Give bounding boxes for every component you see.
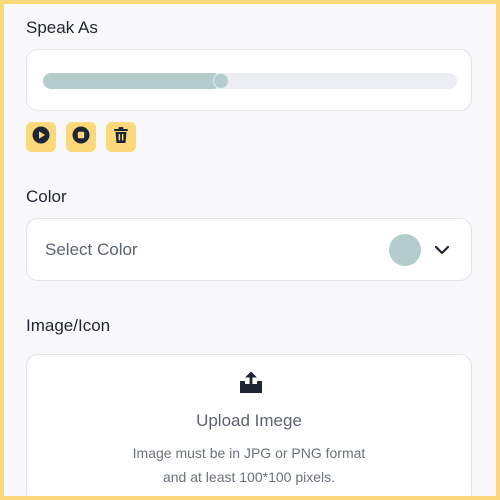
audio-progress-fill — [43, 73, 222, 89]
form-panel: Speak As Color Select Color Image/Icon U… — [4, 4, 496, 496]
trash-icon — [111, 125, 131, 150]
color-swatch — [389, 234, 421, 266]
play-icon — [31, 125, 51, 150]
upload-hint-line-2: and at least 100*100 pixels. — [162, 469, 335, 485]
audio-progress-thumb[interactable] — [213, 73, 230, 89]
speak-as-label: Speak As — [26, 18, 98, 37]
color-label: Color — [26, 187, 67, 206]
stop-button[interactable] — [66, 122, 96, 152]
color-select-placeholder: Select Color — [45, 240, 138, 259]
image-icon-label: Image/Icon — [26, 316, 111, 335]
audio-progress-slider[interactable] — [43, 73, 457, 89]
upload-hint-line-1: Image must be in JPG or PNG format — [132, 445, 366, 461]
stop-icon — [71, 125, 91, 150]
upload-icon — [236, 368, 266, 398]
play-button[interactable] — [26, 122, 56, 152]
image-upload-dropzone[interactable]: Upload Imege Image must be in JPG or PNG… — [26, 354, 472, 496]
delete-button[interactable] — [106, 122, 136, 152]
color-select[interactable]: Select Color — [26, 218, 472, 281]
upload-image-label: Upload Imege — [196, 411, 302, 430]
audio-player — [26, 49, 472, 111]
chevron-down-icon[interactable] — [433, 241, 451, 259]
